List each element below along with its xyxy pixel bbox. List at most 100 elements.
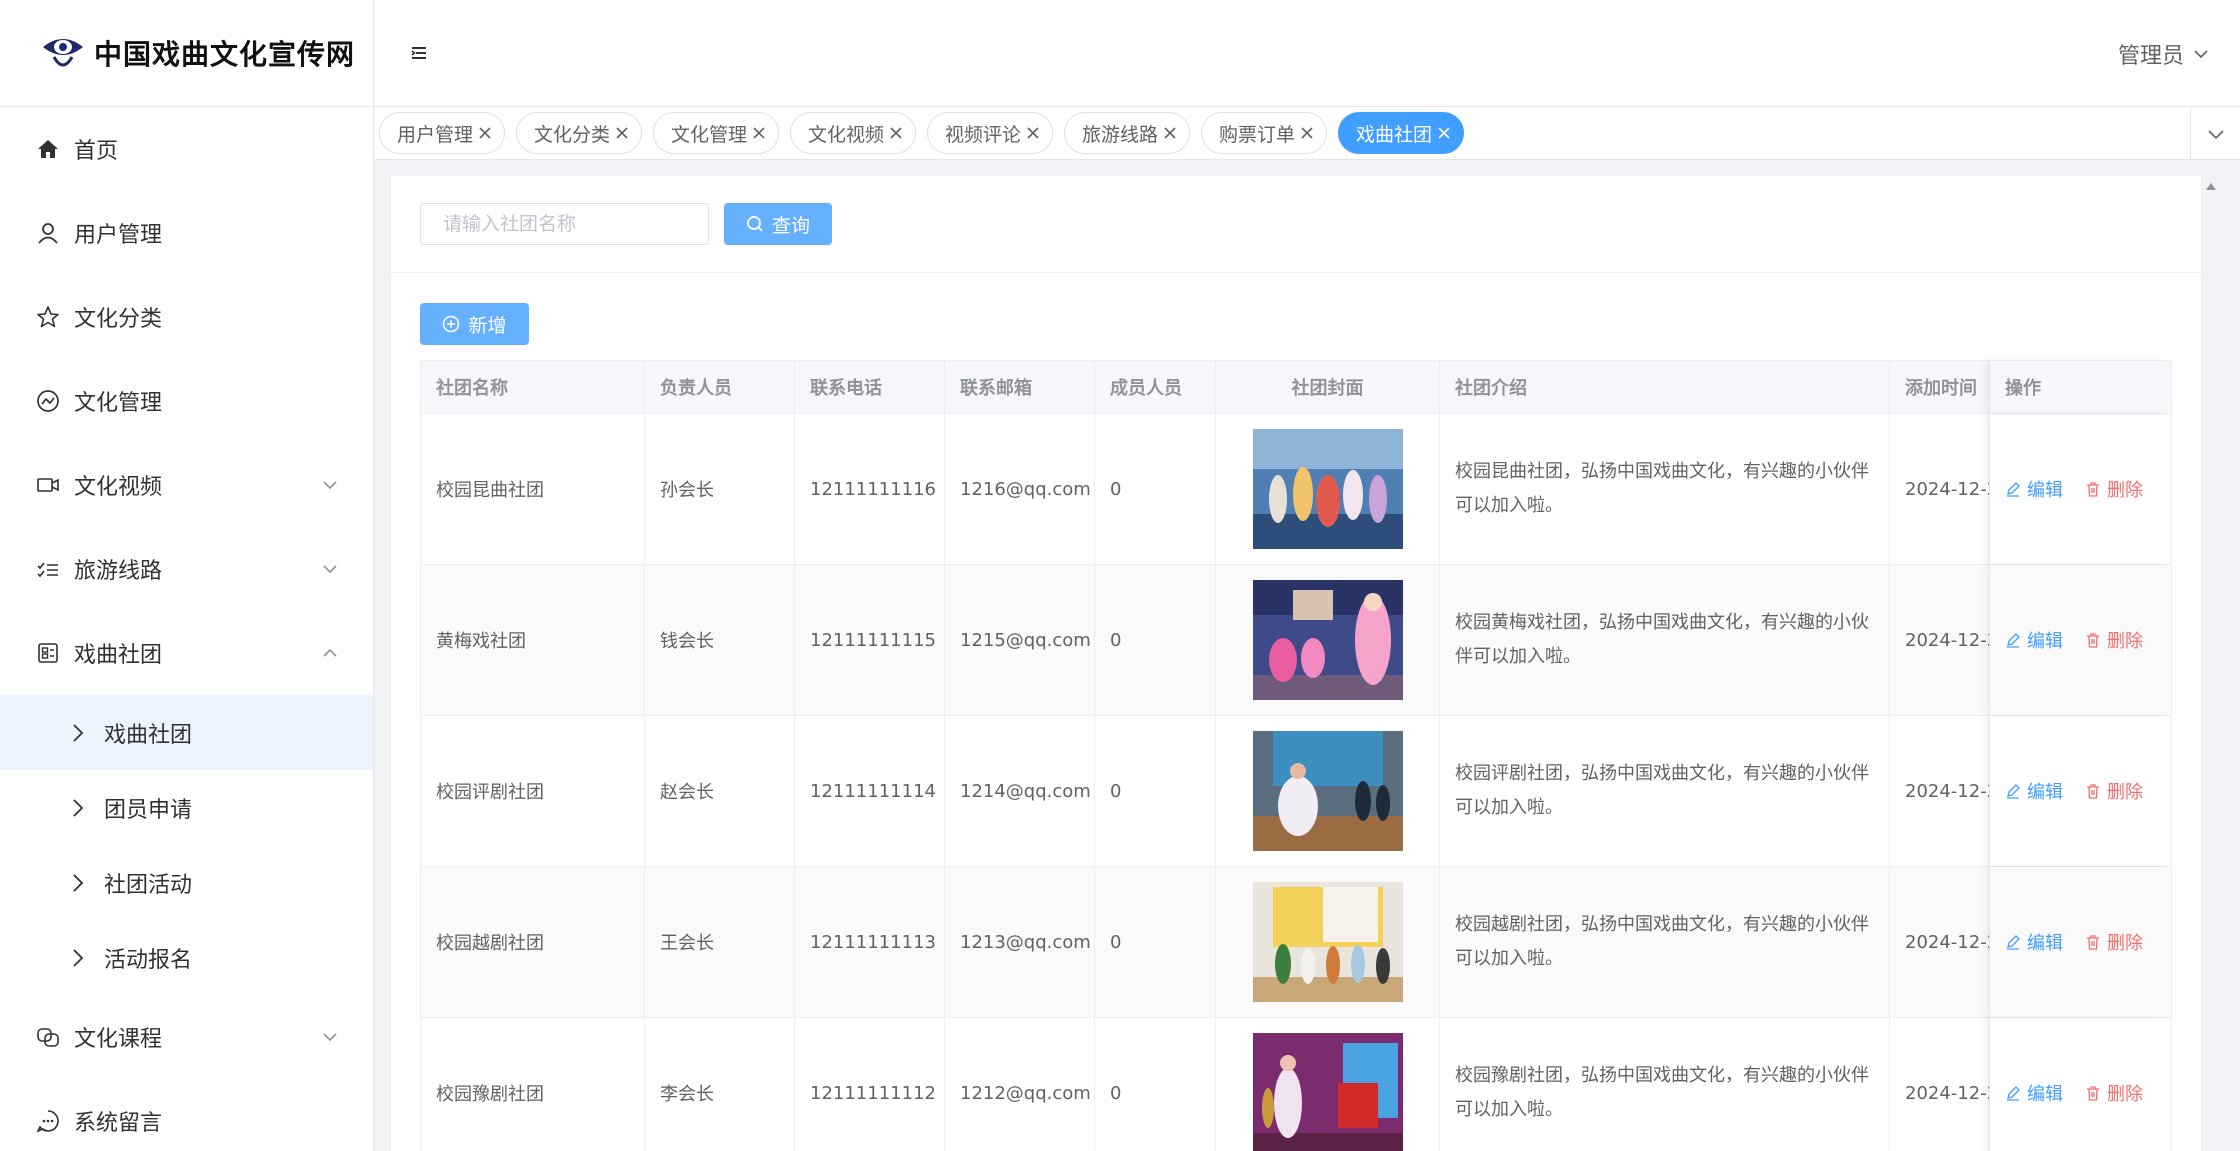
delete-button[interactable]: 删除 — [2085, 929, 2143, 955]
club-name: 校园豫剧社团 — [421, 1018, 645, 1151]
delete-button[interactable]: 删除 — [2085, 476, 2143, 502]
edit-button[interactable]: 编辑 — [2005, 476, 2063, 502]
close-icon[interactable] — [1024, 124, 1042, 142]
username: 管理员 — [2117, 44, 2184, 69]
sidebar-item-opera-club[interactable]: 戏曲社团 — [0, 611, 373, 695]
sidebar-item-label: 文化管理 — [74, 391, 163, 416]
row-actions: 编辑 删除 — [1990, 1018, 2171, 1151]
delete-button[interactable]: 删除 — [2085, 1080, 2143, 1106]
tab-culture-management[interactable]: 文化管理 — [653, 112, 779, 154]
sidebar-subitem-label: 活动报名 — [104, 947, 193, 973]
edit-button[interactable]: 编辑 — [2005, 778, 2063, 804]
delete-button[interactable]: 删除 — [2085, 627, 2143, 653]
tab-culture-video[interactable]: 文化视频 — [790, 112, 916, 154]
club-intro: 校园昆曲社团，弘扬中国戏曲文化，有兴趣的小伙伴可以加入啦。 — [1440, 414, 1890, 564]
row-actions: 编辑 删除 — [1990, 565, 2171, 715]
sidebar-item-home[interactable]: 首页 — [0, 107, 373, 191]
sidebar-item-label: 系统留言 — [74, 1111, 163, 1136]
trash-icon — [2087, 935, 2099, 950]
sidebar-item-label: 戏曲社团 — [74, 643, 163, 668]
table-row: 校园越剧社团 王会长 12111111113 1213@qq.com 0 校园越… — [421, 867, 2171, 1018]
add-button[interactable]: 新增 — [420, 303, 529, 345]
sidebar-item-label: 首页 — [74, 139, 119, 164]
search-button[interactable]: 查询 — [724, 203, 832, 245]
column-header: 社团名称 — [421, 361, 645, 413]
logo-area[interactable]: 中国戏曲文化宣传网 — [0, 0, 373, 107]
tab-video-comment[interactable]: 视频评论 — [927, 112, 1053, 154]
sidebar-item-label: 文化分类 — [74, 307, 163, 332]
club-members: 0 — [1095, 716, 1216, 866]
club-phone: 12111111114 — [795, 716, 945, 866]
scroll-up-arrow[interactable] — [2204, 180, 2218, 192]
club-cover-image[interactable] — [1252, 731, 1403, 851]
close-icon[interactable] — [476, 124, 494, 142]
edit-label: 编辑 — [2027, 782, 2063, 803]
club-phone: 12111111116 — [795, 414, 945, 564]
delete-label: 删除 — [2107, 480, 2143, 501]
edit-icon — [2007, 633, 2020, 648]
club-intro: 校园越剧社团，弘扬中国戏曲文化，有兴趣的小伙伴可以加入啦。 — [1440, 867, 1890, 1017]
app-title: 中国戏曲文化宣传网 — [94, 38, 356, 71]
club-phone: 12111111115 — [795, 565, 945, 715]
tabs-dropdown-button[interactable] — [2190, 107, 2240, 160]
table-row: 校园昆曲社团 孙会长 12111111116 1216@qq.com 0 校园昆… — [421, 414, 2171, 565]
club-cover-image[interactable] — [1252, 882, 1403, 1002]
chevron-down-icon — [323, 1033, 337, 1042]
club-cover-image[interactable] — [1252, 580, 1403, 700]
sidebar-subitem-opera-club[interactable]: 戏曲社团 — [0, 695, 373, 770]
sidebar-item-user-management[interactable]: 用户管理 — [0, 191, 373, 275]
club-members: 0 — [1095, 867, 1216, 1017]
edit-label: 编辑 — [2027, 1084, 2063, 1105]
edit-button[interactable]: 编辑 — [2005, 627, 2063, 653]
edit-label: 编辑 — [2027, 480, 2063, 501]
tab-travel-route[interactable]: 旅游线路 — [1064, 112, 1190, 154]
edit-button[interactable]: 编辑 — [2005, 1080, 2063, 1106]
close-icon[interactable] — [887, 124, 905, 142]
search-input[interactable] — [420, 203, 709, 245]
plus-circle-icon — [443, 315, 460, 333]
sidebar-item-label: 旅游线路 — [74, 559, 163, 584]
tab-opera-club[interactable]: 戏曲社团 — [1338, 112, 1464, 154]
edit-button[interactable]: 编辑 — [2005, 929, 2063, 955]
tab-ticket-order[interactable]: 购票订单 — [1201, 112, 1327, 154]
sidebar-item-system-message[interactable]: 系统留言 — [0, 1079, 373, 1151]
chevron-up-icon — [323, 648, 337, 657]
row-actions: 编辑 删除 — [1990, 716, 2171, 866]
tabs-bar: 用户管理 文化分类 文化管理 文化视频 视频评论 旅游线路 购票订单 戏曲社团 — [375, 107, 2240, 160]
club-cover-image[interactable] — [1252, 1033, 1403, 1151]
club-leader: 孙会长 — [645, 414, 795, 564]
menu-toggle-icon[interactable] — [410, 44, 428, 62]
club-leader: 赵会长 — [645, 716, 795, 866]
sidebar-item-culture-course[interactable]: 文化课程 — [0, 995, 373, 1079]
edit-icon — [2007, 935, 2020, 950]
search-icon — [747, 216, 763, 232]
close-icon[interactable] — [1298, 124, 1316, 142]
trash-icon — [2087, 1086, 2099, 1101]
edit-icon — [2007, 482, 2020, 497]
sidebar-item-culture-video[interactable]: 文化视频 — [0, 443, 373, 527]
column-header: 添加时间 — [1890, 361, 1990, 413]
sidebar-item-culture-category[interactable]: 文化分类 — [0, 275, 373, 359]
close-icon[interactable] — [1161, 124, 1179, 142]
club-cover-image[interactable] — [1252, 429, 1403, 549]
club-cover-cell — [1216, 414, 1440, 564]
close-icon[interactable] — [1435, 124, 1453, 142]
sidebar-menu: 首页 用户管理 文化分类 文化管理 文化视频 旅游线路 戏曲社团 戏曲社团 团员… — [0, 107, 373, 1151]
chevron-right-icon — [73, 873, 84, 892]
user-dropdown[interactable]: 管理员 — [2118, 38, 2210, 70]
sidebar-subitem-member-application[interactable]: 团员申请 — [0, 770, 373, 845]
tab-culture-category[interactable]: 文化分类 — [516, 112, 642, 154]
club-leader: 钱会长 — [645, 565, 795, 715]
sidebar-subitem-club-activity[interactable]: 社团活动 — [0, 845, 373, 920]
tab-user-management[interactable]: 用户管理 — [379, 112, 505, 154]
close-icon[interactable] — [613, 124, 631, 142]
club-add-time: 2024-12-25 — [1890, 414, 1990, 564]
trash-icon — [2087, 482, 2099, 497]
close-icon[interactable] — [750, 124, 768, 142]
sidebar-item-travel-route[interactable]: 旅游线路 — [0, 527, 373, 611]
sidebar-subitem-activity-signup[interactable]: 活动报名 — [0, 920, 373, 995]
edit-label: 编辑 — [2027, 631, 2063, 652]
delete-button[interactable]: 删除 — [2085, 778, 2143, 804]
chevron-down-icon — [2207, 129, 2224, 139]
sidebar-item-culture-management[interactable]: 文化管理 — [0, 359, 373, 443]
